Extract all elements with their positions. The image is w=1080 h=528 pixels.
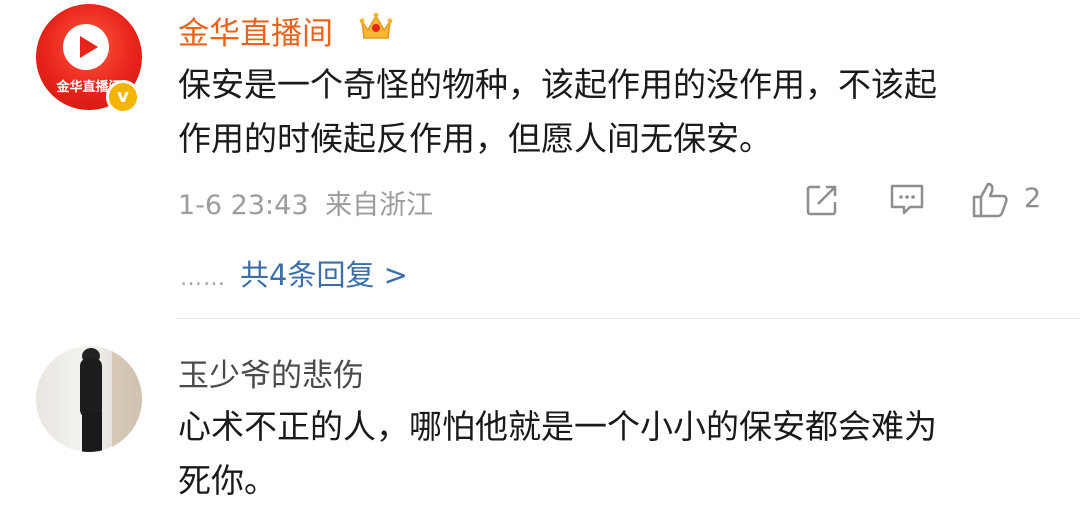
comment-text-line: 死你。 bbox=[178, 461, 277, 500]
avatar-photo-background bbox=[112, 346, 142, 452]
avatar-photo-figure bbox=[80, 358, 102, 418]
comment-location: 来自浙江 bbox=[325, 190, 434, 221]
like-count: 2 bbox=[1024, 183, 1042, 214]
comment-text-line: 保安是一个奇怪的物种，该起作用的没作用，不该起 bbox=[178, 65, 937, 104]
comment-text-line: 作用的时候起反作用，但愿人间无保安。 bbox=[178, 119, 772, 158]
replies-dots: …… bbox=[180, 266, 226, 291]
avatar-photo-figure bbox=[82, 412, 102, 452]
thumbs-up-icon[interactable] bbox=[970, 180, 1010, 220]
crown-icon bbox=[359, 12, 393, 39]
comment-text-line: 心术不正的人，哪怕他就是一个小小的保安都会难为 bbox=[178, 407, 937, 446]
comment-icon[interactable] bbox=[888, 182, 926, 218]
comment-meta: 1-6 23:43 来自浙江 bbox=[178, 183, 433, 222]
avatar[interactable] bbox=[36, 346, 142, 452]
comment-username[interactable]: 玉少爷的悲伤 bbox=[178, 350, 364, 395]
share-icon[interactable] bbox=[804, 182, 840, 218]
comment-time: 1-6 23:43 bbox=[178, 190, 309, 221]
play-logo-icon bbox=[63, 24, 109, 70]
verified-badge-icon: v bbox=[106, 80, 140, 114]
comment-divider bbox=[176, 318, 1080, 319]
replies-link[interactable]: …… 共4条回复 > bbox=[180, 252, 408, 294]
replies-link-text[interactable]: 共4条回复 > bbox=[240, 258, 408, 292]
comment-username[interactable]: 金华直播间 bbox=[178, 8, 333, 53]
